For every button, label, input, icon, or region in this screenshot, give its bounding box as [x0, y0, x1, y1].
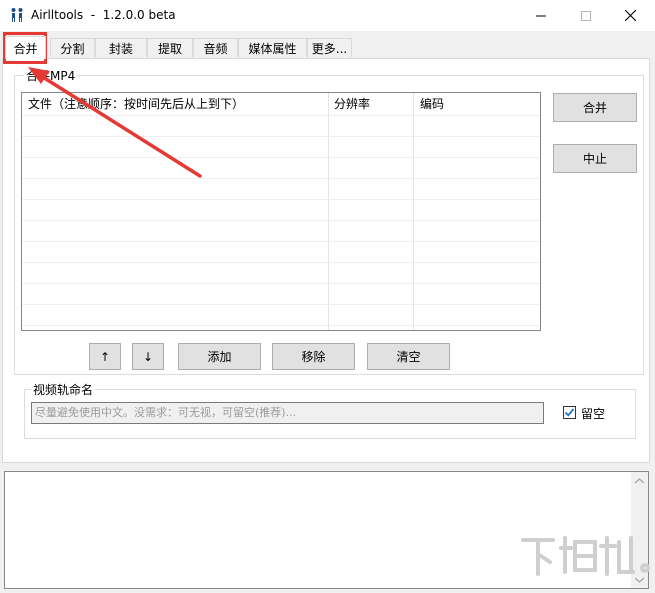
app-logo-icon [11, 8, 23, 22]
leave-empty-checkbox[interactable] [563, 406, 576, 419]
grid-line [22, 220, 540, 221]
clear-button[interactable]: 清空 [367, 343, 450, 370]
grid-line [22, 199, 540, 200]
title-bar: Airlltools - 1.2.0.0 beta [0, 0, 655, 31]
maximize-icon [580, 10, 591, 21]
grid-line [22, 325, 540, 326]
scroll-up-icon[interactable] [631, 472, 648, 489]
column-header-file[interactable]: 文件（注意顺序：按时间先后从上到下） [22, 93, 328, 115]
column-header-codec[interactable]: 编码 [414, 93, 514, 115]
close-icon [625, 10, 636, 21]
merge-group-label: 合并MP4 [24, 67, 78, 84]
grid-line [22, 262, 540, 263]
grid-line [22, 157, 540, 158]
video-track-group-label: 视频轨命名 [31, 381, 96, 398]
watermark-logo-icon [521, 536, 650, 576]
column-divider [328, 93, 329, 330]
column-header-resolution[interactable]: 分辨率 [328, 93, 414, 115]
grid-line [22, 115, 540, 116]
tab-merge[interactable]: 合并 [5, 36, 46, 59]
merge-button[interactable]: 合并 [553, 93, 637, 122]
minimize-button[interactable] [518, 0, 563, 31]
checkmark-icon [564, 408, 575, 417]
tab-extract[interactable]: 提取 [147, 38, 193, 57]
grid-line [22, 241, 540, 242]
grid-line [22, 136, 540, 137]
grid-line [22, 304, 540, 305]
file-list-header: 文件（注意顺序：按时间先后从上到下） 分辨率 编码 [22, 93, 540, 115]
stop-button[interactable]: 中止 [553, 144, 637, 173]
close-button[interactable] [608, 0, 653, 31]
tab-package[interactable]: 封装 [95, 38, 147, 57]
tab-media-info[interactable]: 媒体属性 [238, 38, 307, 57]
file-list[interactable]: 文件（注意顺序：按时间先后从上到下） 分辨率 编码 [21, 92, 541, 331]
grid-line [22, 178, 540, 179]
leave-empty-label: 留空 [581, 407, 606, 421]
window-title: Airlltools - 1.2.0.0 beta [31, 8, 176, 22]
maximize-button[interactable] [563, 0, 608, 31]
video-track-name-input[interactable]: 尽量避免使用中文。没需求：可无视，可留空(推荐)... [31, 402, 544, 424]
remove-button[interactable]: 移除 [272, 343, 355, 370]
move-down-button[interactable]: ↓ [132, 343, 164, 370]
minimize-icon [535, 15, 546, 16]
grid-line [22, 283, 540, 284]
add-button[interactable]: 添加 [178, 343, 261, 370]
tab-audio[interactable]: 音频 [193, 38, 238, 57]
tab-split[interactable]: 分割 [50, 38, 95, 57]
move-up-button[interactable]: ↑ [89, 343, 121, 370]
tab-strip: 合并 分割 封装 提取 音频 媒体属性 更多... [2, 36, 653, 59]
tab-more[interactable]: 更多... [307, 38, 352, 57]
column-divider [413, 93, 414, 330]
